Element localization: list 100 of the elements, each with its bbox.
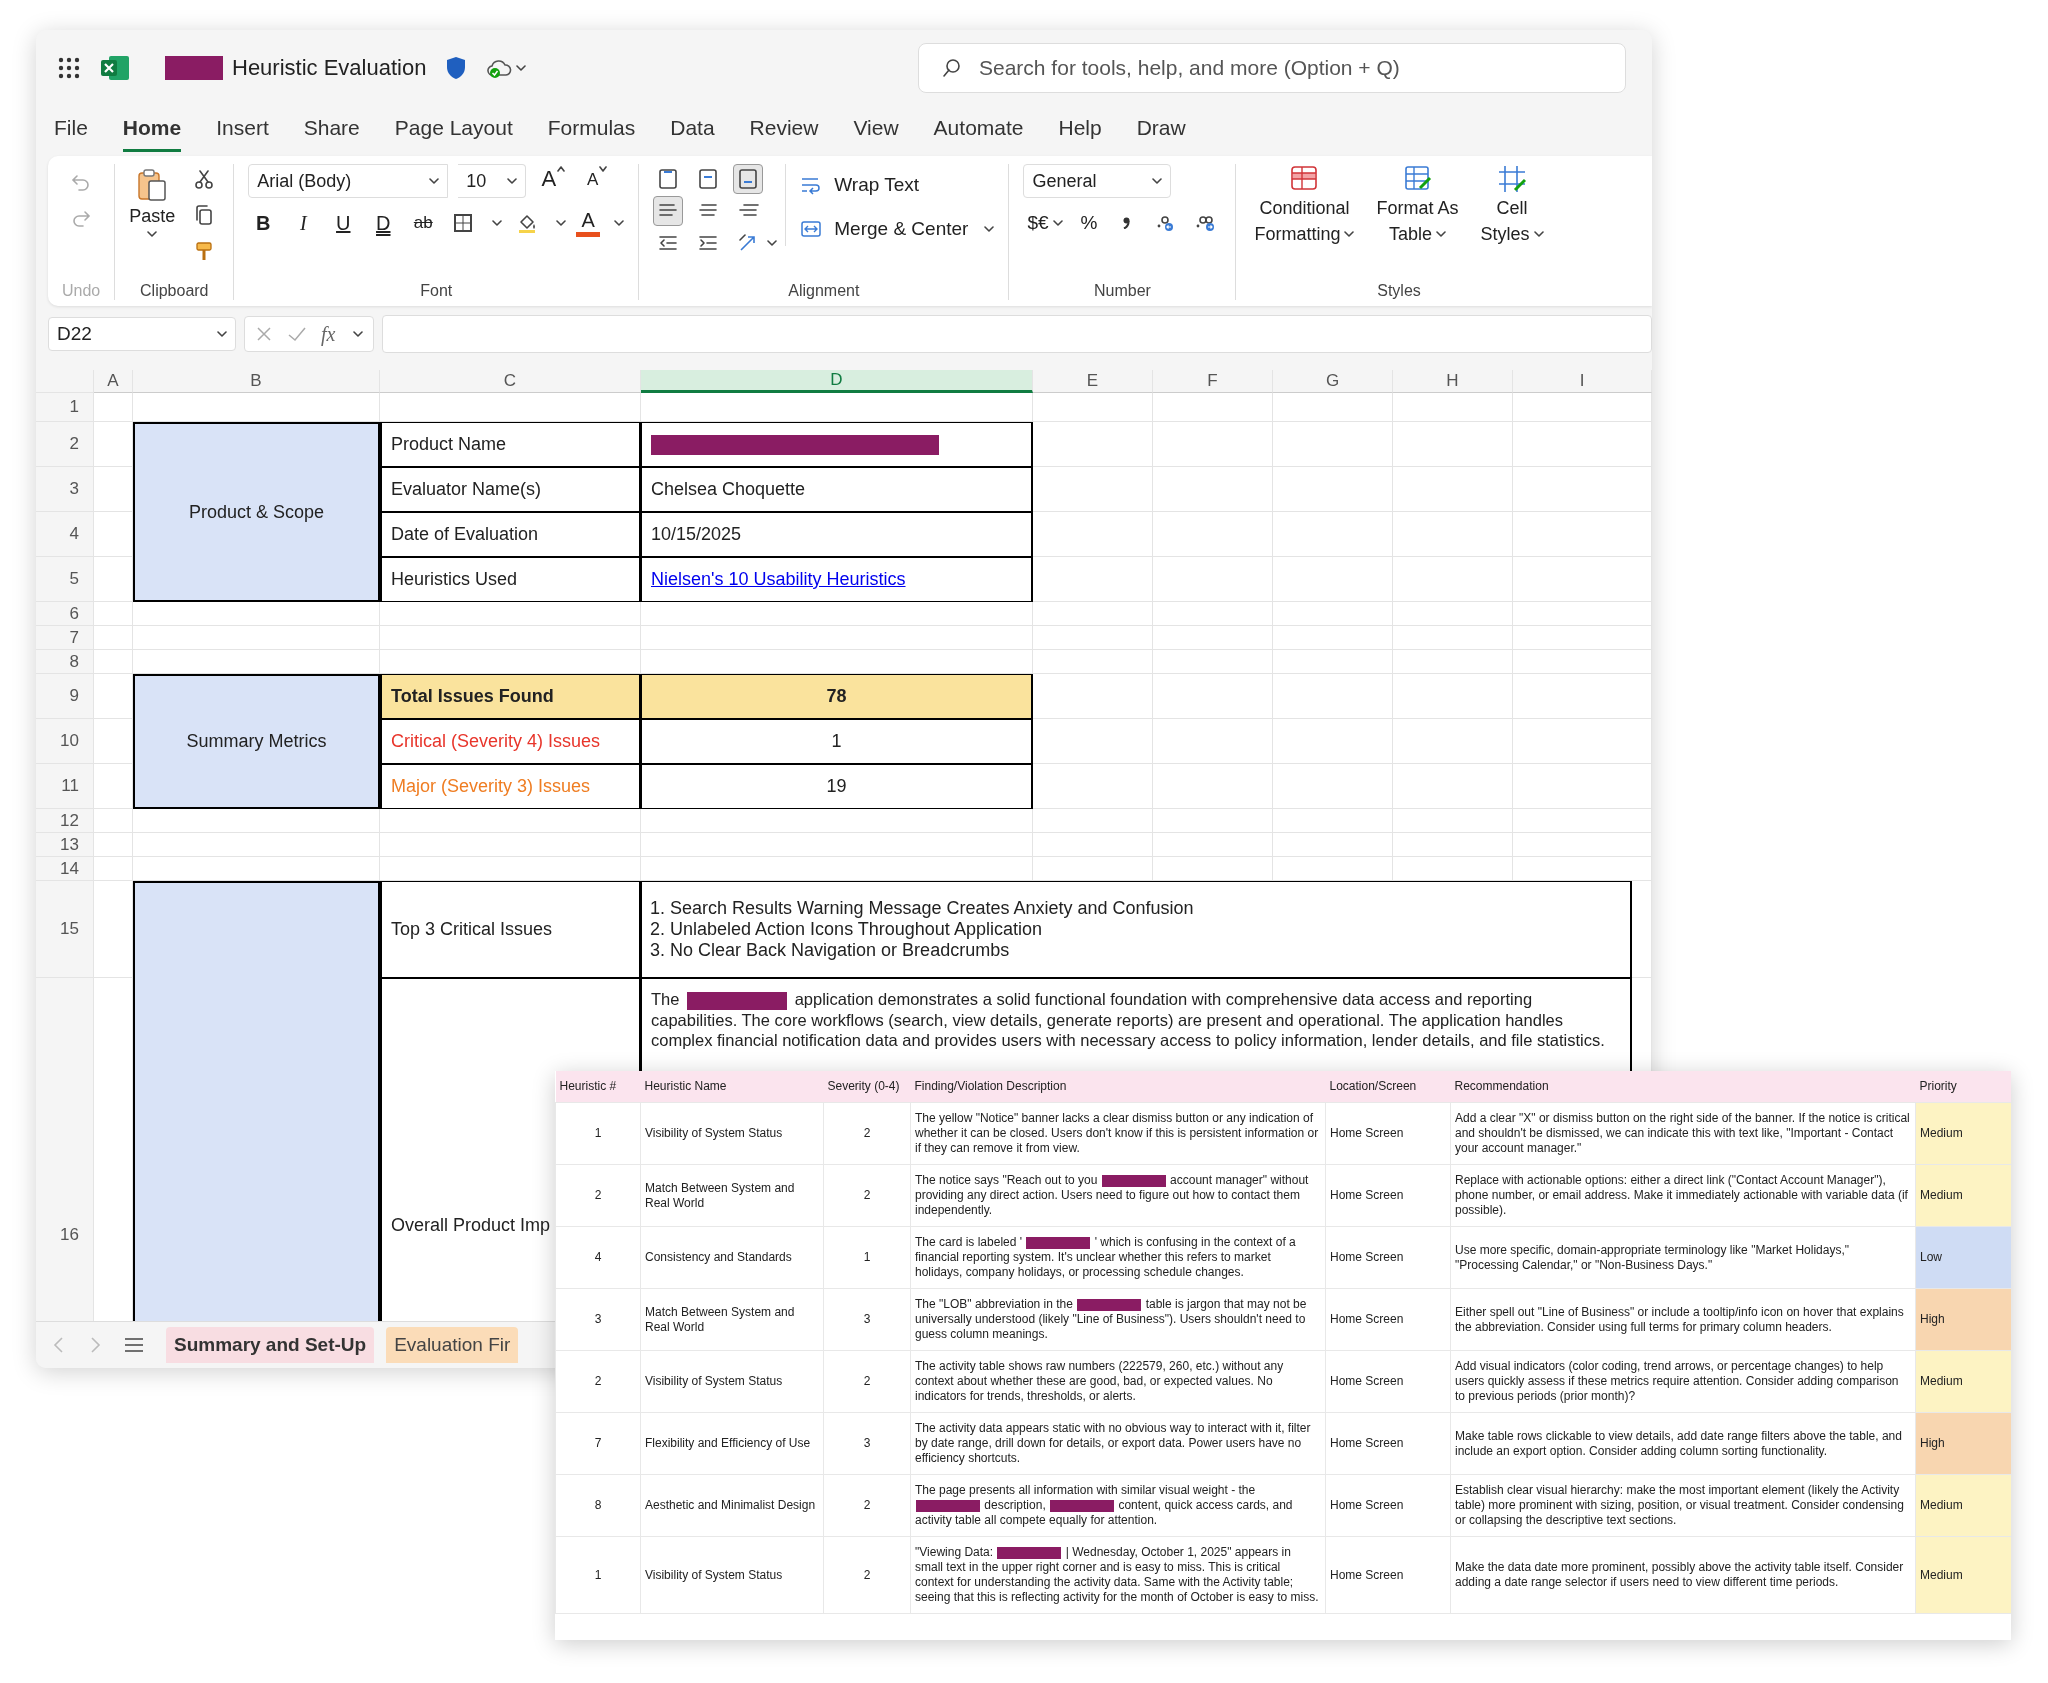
priority-cell: High — [1915, 1288, 2011, 1351]
label-cell: Evaluator Name(s) — [380, 467, 641, 512]
value-cell: 19 — [641, 764, 1033, 809]
row-number[interactable]: 13 — [36, 833, 94, 857]
format-button[interactable]: B — [248, 208, 279, 238]
format-button[interactable]: D — [368, 208, 399, 238]
table-cell: Home Screen — [1325, 1350, 1451, 1413]
list-item: 3. No Clear Back Navigation or Breadcrumbs — [650, 940, 1010, 961]
value-cell: 10/15/2025 — [641, 512, 1033, 557]
paste-button[interactable]: Paste — [129, 164, 176, 237]
wrap-text-button[interactable]: Wrap Text — [800, 168, 995, 202]
row-number[interactable]: 7 — [36, 626, 94, 650]
row-number[interactable]: 10 — [36, 719, 94, 764]
sheet-tab[interactable]: Summary and Set-Up — [166, 1327, 375, 1363]
caret-icon[interactable] — [767, 240, 778, 246]
styles-button[interactable]: Format As Table — [1372, 164, 1463, 246]
column-header[interactable]: G — [1273, 370, 1393, 393]
row-number[interactable]: 9 — [36, 674, 94, 719]
menu-tab[interactable]: Help — [1058, 106, 1102, 152]
spreadsheet-app-icon[interactable] — [100, 54, 130, 82]
caret-icon[interactable] — [614, 220, 625, 226]
menu-tab[interactable]: Home — [122, 106, 182, 152]
label-cell: Product Name — [380, 422, 641, 467]
merge-center-button[interactable]: Merge & Center — [800, 212, 995, 246]
priority-cell: Low — [1915, 1226, 2011, 1289]
styles-button[interactable]: Conditional Formatting — [1250, 164, 1359, 246]
caret-icon[interactable] — [556, 220, 567, 226]
table-cell: Add a clear "X" or dismiss button on the right side of the banner. If the notice is critical and shouldn't be dismissed, we can indicate this with text like, "Important - Contact your account manager." — [1450, 1102, 1916, 1165]
menu-tab[interactable]: Formulas — [547, 106, 636, 152]
row-number[interactable]: 2 — [36, 422, 94, 467]
row-number[interactable]: 3 — [36, 467, 94, 512]
check-icon[interactable] — [287, 325, 307, 343]
row-number[interactable]: 5 — [36, 557, 94, 602]
column-header[interactable]: B — [133, 370, 380, 393]
menu-tab[interactable]: View — [853, 106, 899, 152]
font-color-button[interactable]: A — [576, 209, 601, 237]
app-launcher-icon[interactable] — [58, 57, 80, 79]
vertical-align-button[interactable] — [733, 164, 764, 194]
caret-icon — [1436, 231, 1446, 237]
row-number[interactable]: 1 — [36, 393, 94, 422]
font-size-dropdown[interactable]: 10 — [458, 164, 527, 198]
row-number[interactable]: 8 — [36, 650, 94, 674]
menu-tab[interactable]: Insert — [216, 106, 269, 152]
insert-function-button[interactable]: fx — [321, 322, 336, 346]
menu-tab[interactable]: Draw — [1136, 106, 1186, 152]
caret-icon[interactable] — [353, 331, 364, 337]
grow-font-button[interactable]: A — [536, 166, 571, 196]
description-text: The activity data appears static with no obvious way to interact with it, filter by date range, drill down for details, or export data. Power users have no efficiency shortcuts. — [910, 1412, 1326, 1475]
horizontal-align-button[interactable] — [653, 196, 684, 226]
table-cell: 2 — [823, 1164, 911, 1227]
row-number[interactable]: 4 — [36, 512, 94, 557]
vertical-align-icon — [737, 168, 760, 190]
group-label: Number — [1093, 282, 1151, 300]
table-cell: Match Between System and Real World — [640, 1164, 824, 1227]
format-button[interactable]: ab — [408, 208, 439, 238]
column-header[interactable]: F — [1153, 370, 1273, 393]
menu-tab[interactable]: File — [54, 106, 88, 152]
row-number[interactable]: 16 — [36, 978, 94, 1321]
styles-button[interactable]: Cell Styles — [1476, 164, 1548, 246]
priority-cell: Medium — [1915, 1536, 2011, 1614]
row-number[interactable]: 14 — [36, 857, 94, 881]
row-number[interactable]: 12 — [36, 809, 94, 833]
format-button[interactable]: I — [288, 208, 319, 238]
table-cell: 2 — [555, 1164, 641, 1227]
number-format-dropdown[interactable]: General — [1023, 164, 1172, 198]
menu-tab[interactable]: Page Layout — [394, 106, 513, 152]
font-dropdown[interactable]: Arial (Body) — [248, 164, 449, 198]
sheet-tab[interactable]: Evaluation Fir — [386, 1327, 519, 1363]
column-header[interactable]: C — [380, 370, 641, 393]
row-number[interactable]: 6 — [36, 602, 94, 626]
label-cell: Date of Evaluation — [380, 512, 641, 557]
column-header[interactable]: D — [641, 370, 1033, 393]
menu-tab[interactable]: Review — [749, 106, 819, 152]
column-header[interactable]: I — [1513, 370, 1652, 393]
percent-button[interactable]: % — [1076, 208, 1102, 238]
menu-tab[interactable]: Automate — [933, 106, 1024, 152]
name-box[interactable]: D22 — [48, 317, 236, 351]
save-status-button[interactable] — [486, 58, 527, 78]
menu-icon[interactable] — [124, 1337, 144, 1353]
column-header[interactable]: H — [1393, 370, 1513, 393]
vertical-align-icon — [657, 168, 680, 190]
row-number[interactable]: 11 — [36, 764, 94, 809]
caret-icon — [147, 231, 158, 237]
column-header[interactable]: E — [1033, 370, 1153, 393]
caret-icon — [429, 178, 440, 184]
currency-button[interactable]: $€ — [1023, 208, 1067, 238]
comma-style-icon — [1122, 217, 1131, 229]
description-text: The activity table shows raw numbers (222579, 260, etc.) without any context about whether these are good, bad, or expected values. No indicators for trends, thresholds, or alerts. — [910, 1350, 1326, 1413]
formula-input[interactable] — [382, 315, 1652, 353]
shrink-font-button[interactable]: A — [580, 166, 615, 196]
format-button[interactable]: U — [328, 208, 359, 238]
description-text: "Viewing Data: | Wednesday, October 1, 2025" appears in small text in the upper right corner and is easy to miss. This is critical context for understanding the activity data. Same with the Activity table; seeing that this is reflecting activity for the month of October is easy to miss. — [910, 1536, 1326, 1614]
row-number[interactable]: 15 — [36, 881, 94, 978]
caret-icon — [1152, 178, 1163, 184]
column-header[interactable]: A — [94, 370, 133, 393]
search-field[interactable]: Search for tools, help, and more (Option + Q) — [918, 43, 1626, 93]
priority-cell: Medium — [1915, 1474, 2011, 1537]
menu-tab[interactable]: Share — [303, 106, 360, 152]
menu-tab[interactable]: Data — [670, 106, 715, 152]
caret-icon[interactable] — [492, 220, 503, 226]
